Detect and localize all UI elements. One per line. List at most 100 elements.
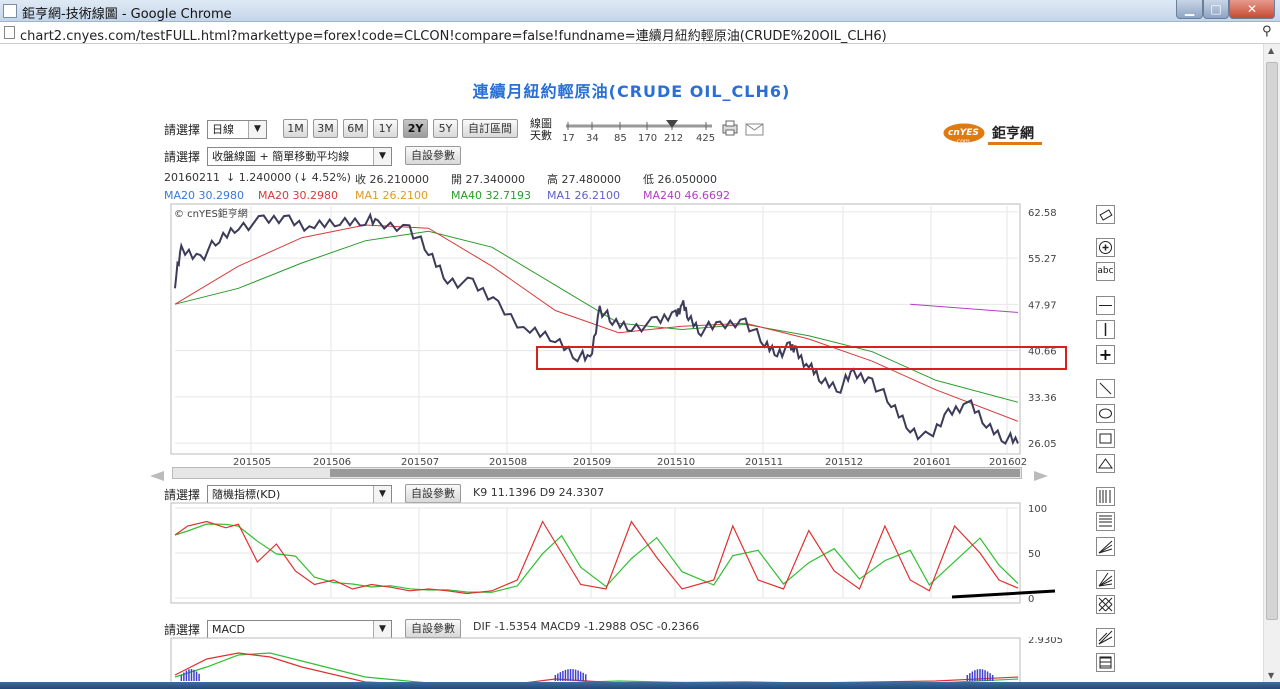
logo-text: 鉅亨網 <box>992 125 1034 142</box>
range-scrollbar-thumb[interactable] <box>330 469 1020 477</box>
kd-values: K9 11.1396 D9 24.3307 <box>473 486 605 499</box>
page-title: 連續月紐約輕原油(CRUDE OIL_CLH6) <box>472 82 791 101</box>
price-axis-label: 62.58 <box>1028 208 1057 219</box>
days-85: 85 <box>614 133 627 144</box>
period-select-value: 日線 <box>212 123 234 136</box>
triangle-icon[interactable] <box>1096 454 1115 473</box>
param-button[interactable]: 自設參數 <box>405 146 461 165</box>
scroll-right-icon[interactable] <box>1034 470 1048 481</box>
macd-select-value: MACD <box>212 623 245 636</box>
custom-range-button[interactable]: 自訂區間 <box>462 119 518 138</box>
price-axis-label: 26.05 <box>1028 439 1057 450</box>
os-taskbar <box>0 682 1280 689</box>
price-axis-label: 47.97 <box>1028 300 1057 311</box>
select-label: 請選擇 <box>164 150 201 164</box>
speed-line-icon[interactable] <box>1096 628 1115 647</box>
quote-high: 高 27.480000 <box>547 173 621 186</box>
app-icon <box>3 4 17 18</box>
kd-param-button[interactable]: 自設參數 <box>405 484 461 503</box>
minimize-button[interactable]: ▁ <box>1176 0 1203 19</box>
scroll-left-icon[interactable] <box>150 470 164 481</box>
ma-legend-0: MA20 30.2980 <box>164 189 244 202</box>
quote-change: ↓ 1.240000 (↓ 4.52%) <box>226 171 351 184</box>
andrews-icon[interactable] <box>1096 653 1115 672</box>
ma-legend-4: MA1 26.2100 <box>547 189 620 202</box>
select-label: 請選擇 <box>164 488 201 502</box>
line-days-label-2: 天數 <box>530 129 552 142</box>
range-button-3m[interactable]: 3M <box>313 119 338 138</box>
days-34: 34 <box>586 133 599 144</box>
fan-icon[interactable] <box>1096 537 1115 556</box>
window-title: 鉅亨網-技術線圖 - Google Chrome <box>22 7 232 22</box>
select-label: 請選擇 <box>164 623 201 637</box>
quote-low: 低 26.050000 <box>643 173 717 186</box>
ellipse-icon[interactable] <box>1096 404 1115 423</box>
kd-axis-label: 0 <box>1028 594 1034 605</box>
price-axis-label: 55.27 <box>1028 254 1057 265</box>
days-212: 212 <box>664 133 683 144</box>
range-button-1m[interactable]: 1M <box>283 119 308 138</box>
days-425: 425 <box>696 133 715 144</box>
days-17: 17 <box>562 133 575 144</box>
logo-badge: cnYES <box>948 128 979 138</box>
fib-time-icon[interactable] <box>1096 487 1115 506</box>
print-icon[interactable] <box>720 119 740 137</box>
scroll-down-icon[interactable]: ▼ <box>1268 671 1274 680</box>
zoom-icon[interactable]: ⚲ <box>1262 24 1272 39</box>
scroll-up-icon[interactable]: ▲ <box>1268 46 1274 55</box>
crosshair-icon[interactable]: + <box>1096 345 1115 364</box>
close-button[interactable]: ✕ <box>1229 0 1275 19</box>
ma-legend-2: MA1 26.2100 <box>355 189 428 202</box>
ma-legend-5: MA240 46.6692 <box>643 189 730 202</box>
gann-fan-icon[interactable] <box>1096 570 1115 589</box>
price-axis-label: 40.66 <box>1028 347 1057 358</box>
zoom-in-icon[interactable] <box>1096 238 1115 257</box>
range-scrollbar[interactable] <box>172 467 1022 479</box>
page-scrollbar[interactable]: ▲ ▼ <box>1263 44 1280 682</box>
line-days-slider[interactable]: 17 34 85 170 212 425 <box>560 117 720 147</box>
chevron-down-icon: ▼ <box>373 486 391 503</box>
text-icon[interactable]: abc <box>1096 262 1115 281</box>
line-days-label-1: 線圖 <box>530 117 552 130</box>
period-select[interactable]: 日線 ▼ <box>207 120 267 139</box>
quote-date: 20160211 <box>164 171 220 184</box>
chevron-down-icon: ▼ <box>248 121 266 138</box>
macd-axis-label: 2.9305 <box>1028 637 1063 646</box>
main-chart-select[interactable]: 收盤線圖 + 簡單移動平均線 ▼ <box>207 147 392 166</box>
chart-watermark: © cnYES鉅亨網 <box>174 207 248 220</box>
ma-legend-3: MA40 32.7193 <box>451 189 531 202</box>
fib-retrace-icon[interactable] <box>1096 512 1115 531</box>
vline-icon[interactable] <box>1096 320 1115 339</box>
address-bar[interactable]: chart2.cnyes.com/testFULL.html?markettyp… <box>0 22 1280 44</box>
chevron-down-icon: ▼ <box>373 148 391 165</box>
price-chart[interactable]: © cnYES鉅亨網 62.58 55.27 47.97 40.66 33.36 26.0… <box>170 203 1070 468</box>
days-170: 170 <box>638 133 657 144</box>
maximize-button[interactable]: □ <box>1203 0 1229 19</box>
range-button-1y[interactable]: 1Y <box>373 119 398 138</box>
gann-grid-icon[interactable] <box>1096 595 1115 614</box>
hline-icon[interactable] <box>1096 296 1115 315</box>
kd-select-value: 隨機指標(KD) <box>212 488 281 501</box>
chevron-down-icon: ▼ <box>373 621 391 638</box>
macd-chart[interactable]: 2.9305 <box>170 637 1070 682</box>
ma-legend-1: MA20 30.2980 <box>258 189 338 202</box>
logo-badge-sub: .com <box>955 138 970 145</box>
main-chart-select-value: 收盤線圖 + 簡單移動平均線 <box>212 150 350 163</box>
cnyes-logo[interactable]: cnYES .com 鉅亨網 <box>942 122 1044 146</box>
range-button-6m[interactable]: 6M <box>343 119 368 138</box>
select-label: 請選擇 <box>164 123 201 137</box>
macd-param-button[interactable]: 自設參數 <box>405 619 461 638</box>
page-scrollbar-thumb[interactable] <box>1266 62 1278 620</box>
range-button-5y[interactable]: 5Y <box>433 119 458 138</box>
kd-axis-label: 100 <box>1028 504 1047 515</box>
url-text[interactable]: chart2.cnyes.com/testFULL.html?markettyp… <box>20 25 887 44</box>
quote-close: 收 26.210000 <box>355 173 429 186</box>
page-icon <box>4 26 15 39</box>
trendline-icon[interactable] <box>1096 379 1115 398</box>
quote-open: 開 27.340000 <box>451 173 525 186</box>
range-button-2y[interactable]: 2Y <box>403 119 428 138</box>
mail-icon[interactable] <box>745 123 765 137</box>
kd-chart[interactable]: 100 50 0 <box>170 502 1070 607</box>
eraser-icon[interactable] <box>1096 205 1115 224</box>
rect-icon[interactable] <box>1096 429 1115 448</box>
